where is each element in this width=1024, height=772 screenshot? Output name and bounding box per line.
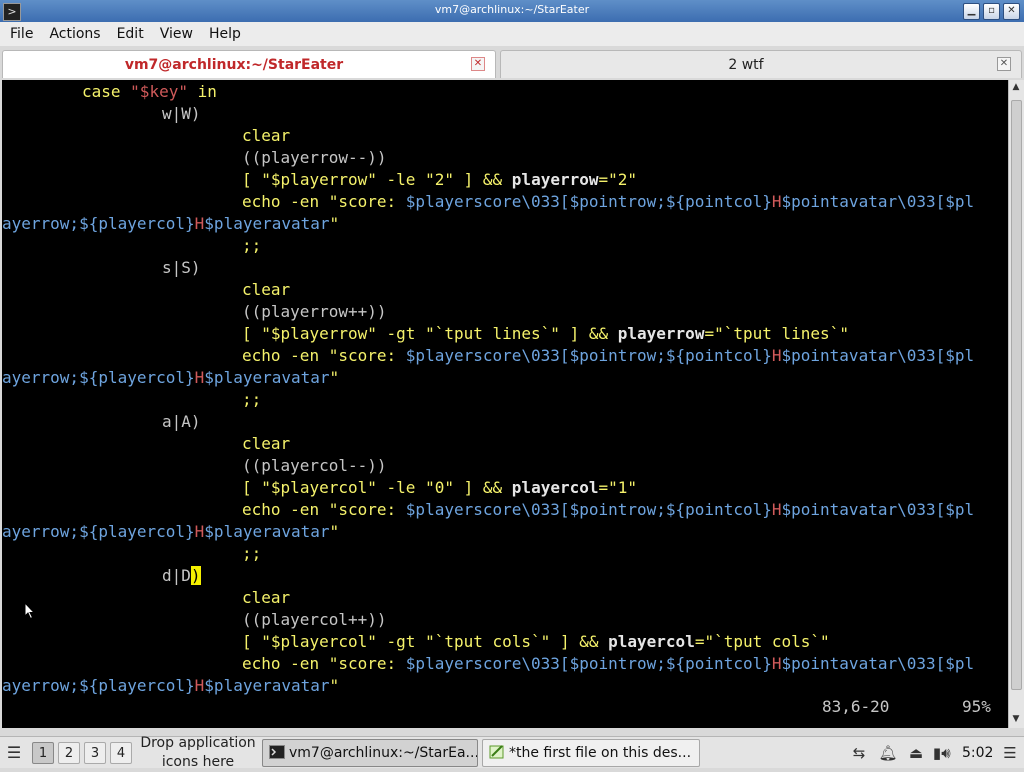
text-cursor: ) [190,566,201,585]
menu-edit[interactable]: Edit [107,26,150,42]
clock[interactable]: 5:02 [962,743,993,763]
close-tab-icon[interactable]: ✕ [997,57,1011,71]
terminal-view[interactable]: case "$key" in w|W) clear ((playerrow--)… [2,80,1008,728]
code-line: echo -en "score: $playerscore\033[$point… [242,654,975,673]
code-line: ((playerrow++)) [242,302,387,321]
code-line: [ "$playercol" -gt "`tput cols`" ] && pl… [242,632,830,651]
code-line: clear [242,280,291,299]
code-line: ((playercol++)) [242,610,387,629]
tab-stareater[interactable]: vm7@archlinux:~/StarEater ✕ [2,50,496,78]
code-line: ;; [242,236,262,255]
workspace-3[interactable]: 3 [84,742,106,764]
notification-icon[interactable]: 🔔︎ [878,743,898,763]
code-line: [ "$playercol" -le "0" ] && playercol="1… [242,478,638,497]
close-tab-icon[interactable]: ✕ [471,57,485,71]
code-line: a|A) [162,412,201,431]
menu-file[interactable]: File [0,26,39,42]
code-line: ayerrow;${playercol}H$playeravatar" [2,522,340,541]
code-line: ;; [242,390,262,409]
scroll-percent: 95% [962,697,991,716]
volume-icon[interactable]: 🔊︎ [936,743,956,763]
workspace-2[interactable]: 2 [58,742,80,764]
menu-view[interactable]: View [150,26,199,42]
menu-icon[interactable]: ☰ [4,743,24,763]
code-line: ayerrow;${playercol}H$playeravatar" [2,676,340,695]
menu-help[interactable]: Help [199,26,247,42]
tab-bar: vm7@archlinux:~/StarEater ✕ 2 wtf ✕ [0,46,1024,80]
code-line: ((playercol--)) [242,456,387,475]
vertical-scrollbar[interactable]: ▲ ▼ [1008,80,1024,728]
code-line: ((playerrow--)) [242,148,387,167]
scroll-down-icon[interactable]: ▼ [1011,714,1021,724]
tab-label: vm7@archlinux:~/StarEater [124,57,344,73]
terminal-icon [269,745,285,759]
code-line: echo -en "score: $playerscore\033[$point… [242,192,975,211]
minimize-icon[interactable]: ▁ [963,3,980,20]
code-line: s|S) [162,258,201,277]
menu-icon[interactable]: ☰ [1000,743,1020,763]
code-line: w|W) [162,104,201,123]
scroll-up-icon[interactable]: ▲ [1011,82,1021,92]
tab-label: 2 wtf [728,57,764,73]
title-bar[interactable]: > vm7@archlinux:~/StarEater ▁ ▫ ✕ [0,0,1024,22]
taskbar: ☰ 1 2 3 4 Drop application icons here vm… [0,735,1024,770]
code-line: ;; [242,544,262,563]
quick-launch-drop-zone[interactable]: Drop application icons here [136,734,260,772]
cursor-position: 83,6-20 [822,697,890,716]
workspace-4[interactable]: 4 [110,742,132,764]
text-editor-icon [489,745,504,759]
code-line: [ "$playerrow" -gt "`tput lines`" ] && p… [242,324,849,343]
code-line: echo -en "score: $playerscore\033[$point… [242,500,975,519]
code-line: case "$key" in [82,82,217,101]
scrollbar-thumb[interactable] [1011,100,1022,690]
window-title: vm7@archlinux:~/StarEater [434,3,590,16]
code-line: clear [242,126,291,145]
tab-wtf[interactable]: 2 wtf ✕ [500,50,1022,78]
code-line: d|D) [162,566,201,585]
code-line: echo -en "score: $playerscore\033[$point… [242,346,975,365]
code-line: clear [242,434,291,453]
code-line: ayerrow;${playercol}H$playeravatar" [2,214,340,233]
code-line: clear [242,588,291,607]
maximize-icon[interactable]: ▫ [983,3,1000,20]
network-icon[interactable]: ⇆ [848,743,870,763]
workspace-1[interactable]: 1 [32,742,54,764]
menu-bar: File Actions Edit View Help [0,22,1024,46]
code-line: [ "$playerrow" -le "2" ] && playerrow="2… [242,170,638,189]
menu-actions[interactable]: Actions [39,26,106,42]
usb-icon[interactable]: ⏏ [906,743,926,763]
close-icon[interactable]: ✕ [1003,3,1020,20]
code-line: ayerrow;${playercol}H$playeravatar" [2,368,340,387]
task-terminal[interactable]: vm7@archlinux:~/StarEa... [262,739,478,767]
task-text-editor[interactable]: *the first file on this des... [482,739,700,767]
mouse-pointer-icon [24,602,36,620]
